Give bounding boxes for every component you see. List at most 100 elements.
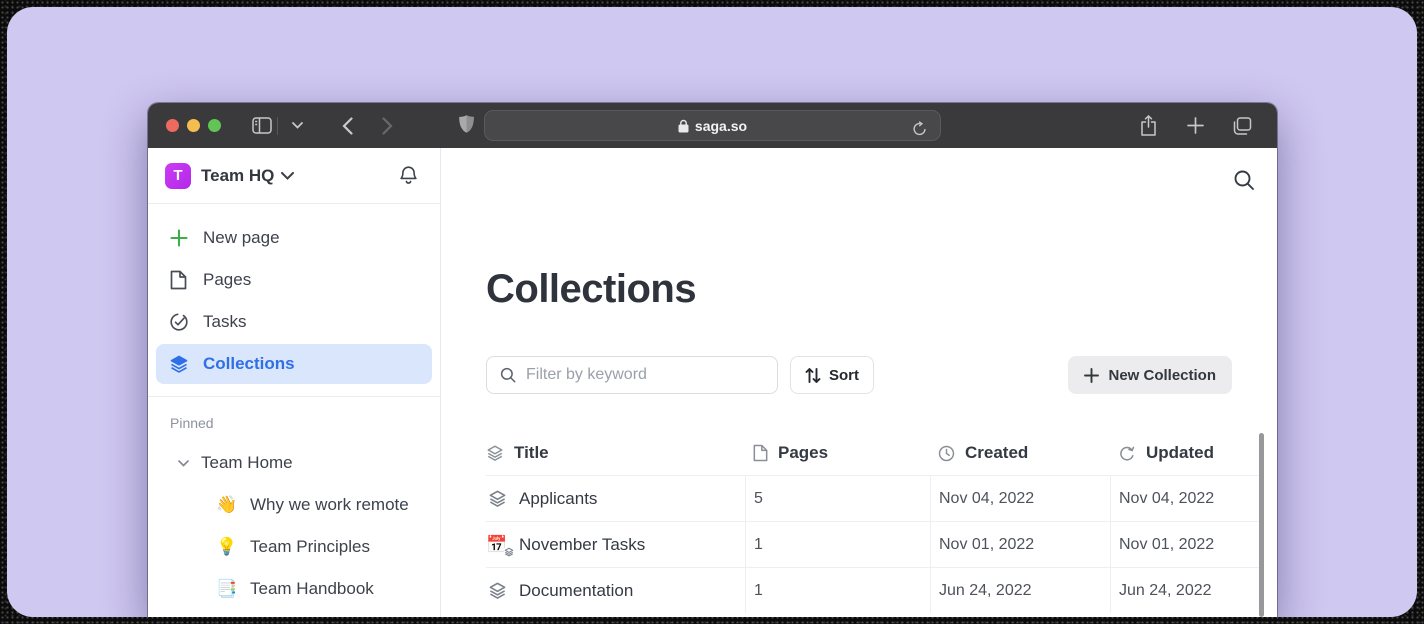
main-content: Collections Sort: [441, 148, 1277, 617]
lock-icon: [678, 119, 689, 133]
column-header-label: Updated: [1146, 443, 1214, 463]
pages-count: 5: [754, 490, 763, 508]
reload-icon[interactable]: [906, 116, 932, 142]
sort-arrows-icon: [805, 367, 821, 384]
vertical-scrollbar[interactable]: [1259, 433, 1264, 617]
pinned-section-label: Pinned: [156, 411, 432, 441]
table-row[interactable]: Documentation 1 Jun 24, 2022 Jun 24, 202…: [486, 567, 1263, 613]
sidebar: T Team HQ New page: [148, 148, 441, 617]
sidebar-item-label: New page: [203, 228, 280, 248]
layers-badge-icon: [504, 547, 514, 557]
cell-title[interactable]: Documentation: [486, 581, 745, 601]
page-icon: [168, 270, 189, 290]
layers-icon: [486, 444, 504, 462]
chevron-down-icon[interactable]: [284, 113, 310, 139]
pinned-item-label: Team Handbook: [250, 579, 374, 599]
sidebar-item-label: Collections: [203, 354, 295, 374]
chevron-down-icon: [281, 172, 294, 180]
table-header-row: Title Pages: [486, 431, 1263, 475]
forward-button[interactable]: [374, 113, 400, 139]
new-tab-icon[interactable]: [1182, 113, 1208, 139]
toolbar: Sort New Collection: [486, 356, 1232, 394]
share-icon[interactable]: [1135, 113, 1161, 139]
sidebar-item-collections[interactable]: Collections: [156, 344, 432, 384]
sidebar-toggle-icon[interactable]: [249, 113, 275, 139]
refresh-icon: [1118, 445, 1136, 462]
filter-input[interactable]: [526, 366, 765, 384]
close-window-button[interactable]: [166, 119, 179, 132]
plus-icon: [1084, 368, 1099, 383]
bookmark-tabs-emoji-icon: 📑: [216, 579, 238, 599]
sidebar-item-label: Tasks: [203, 312, 246, 332]
column-header-label: Pages: [778, 443, 828, 463]
pinned-item-label: Why we work remote: [250, 495, 409, 515]
table-row[interactable]: 📅 November Tasks 1 Nov 01, 2022: [486, 521, 1263, 567]
search-icon: [499, 366, 517, 384]
sidebar-item-tasks[interactable]: Tasks: [156, 302, 432, 342]
cell-title[interactable]: Applicants: [486, 489, 745, 509]
browser-titlebar: saga.so: [148, 103, 1277, 148]
collection-title: Applicants: [519, 489, 597, 509]
workspace-name: Team HQ: [201, 166, 274, 186]
pinned-item-team-principles[interactable]: 💡 Team Principles: [156, 527, 432, 567]
search-icon[interactable]: [1232, 168, 1256, 197]
sort-button[interactable]: Sort: [790, 356, 874, 394]
column-header-updated[interactable]: Updated: [1110, 443, 1263, 463]
sidebar-nav: New page Pages: [148, 204, 440, 397]
zoom-window-button[interactable]: [208, 119, 221, 132]
column-header-label: Created: [965, 443, 1028, 463]
address-bar[interactable]: saga.so: [484, 110, 941, 141]
bulb-emoji-icon: 💡: [216, 537, 238, 557]
chevron-down-icon[interactable]: [178, 460, 189, 467]
created-date: Nov 04, 2022: [939, 490, 1034, 508]
back-button[interactable]: [334, 113, 360, 139]
layers-icon: [168, 354, 189, 374]
filter-input-wrapper[interactable]: [486, 356, 778, 394]
calendar-emoji-icon: 📅: [486, 536, 508, 553]
browser-window: saga.so: [148, 103, 1277, 617]
column-header-pages[interactable]: Pages: [745, 443, 930, 463]
collection-title: November Tasks: [519, 535, 645, 555]
collection-title: Documentation: [519, 581, 633, 601]
page-icon: [753, 444, 768, 462]
clock-icon: [938, 445, 955, 462]
address-url: saga.so: [695, 118, 747, 134]
workspace-avatar: T: [165, 163, 191, 189]
updated-date: Jun 24, 2022: [1119, 582, 1212, 600]
pinned-section: Pinned Team Home 👋 Why we work remote 💡 …: [148, 397, 440, 611]
pinned-item-team-home[interactable]: Team Home: [156, 443, 432, 483]
pinned-item-team-handbook[interactable]: 📑 Team Handbook: [156, 569, 432, 609]
wave-emoji-icon: 👋: [216, 495, 238, 515]
sort-button-label: Sort: [829, 367, 859, 384]
plus-icon: [168, 229, 189, 247]
pages-count: 1: [754, 582, 763, 600]
column-header-label: Title: [514, 443, 549, 463]
sidebar-item-label: Pages: [203, 270, 251, 290]
created-date: Jun 24, 2022: [939, 582, 1032, 600]
collections-table: Title Pages: [486, 431, 1263, 613]
pages-count: 1: [754, 536, 763, 554]
cell-title[interactable]: 📅 November Tasks: [486, 535, 745, 555]
layers-icon: [486, 489, 508, 508]
pinned-item-label: Team Home: [201, 453, 293, 473]
table-row[interactable]: Applicants 5 Nov 04, 2022 Nov 04, 2022: [486, 475, 1263, 521]
sidebar-item-new-page[interactable]: New page: [156, 218, 432, 258]
new-collection-button[interactable]: New Collection: [1068, 356, 1232, 394]
task-check-icon: [168, 312, 189, 332]
updated-date: Nov 04, 2022: [1119, 490, 1214, 508]
layers-icon: [486, 581, 508, 600]
column-header-created[interactable]: Created: [930, 443, 1110, 463]
workspace-switcher[interactable]: T Team HQ: [148, 148, 440, 204]
column-header-title[interactable]: Title: [486, 443, 745, 463]
tab-overview-icon[interactable]: [1229, 113, 1255, 139]
notifications-bell-icon[interactable]: [399, 165, 418, 186]
updated-date: Nov 01, 2022: [1119, 536, 1214, 554]
new-collection-label: New Collection: [1108, 367, 1216, 384]
sidebar-item-pages[interactable]: Pages: [156, 260, 432, 300]
created-date: Nov 01, 2022: [939, 536, 1034, 554]
pinned-item-why-we-work-remote[interactable]: 👋 Why we work remote: [156, 485, 432, 525]
privacy-shield-icon[interactable]: [458, 114, 475, 141]
page-title: Collections: [486, 266, 1277, 312]
pinned-item-label: Team Principles: [250, 537, 370, 557]
minimize-window-button[interactable]: [187, 119, 200, 132]
